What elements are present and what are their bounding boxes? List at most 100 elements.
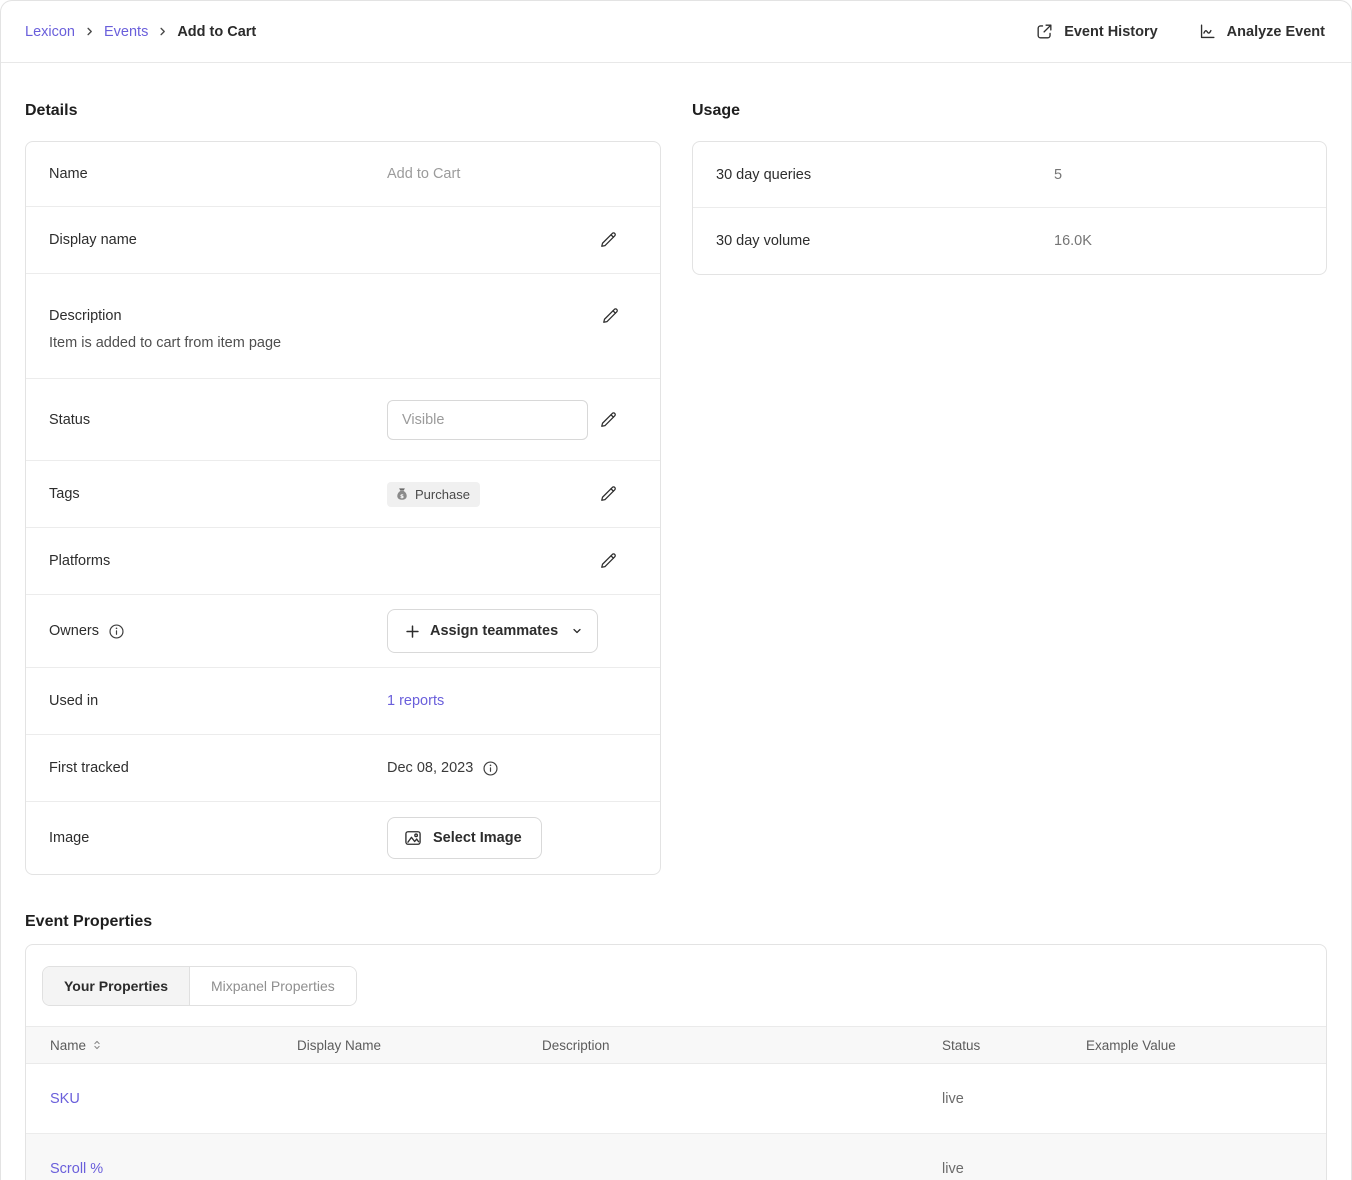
details-section: Details Name Add to Cart Display name: [25, 102, 661, 875]
detail-row-status: Status: [26, 379, 660, 461]
event-properties-section: Event Properties Your Properties Mixpane…: [25, 913, 1327, 1180]
pencil-icon: [598, 484, 618, 504]
property-link[interactable]: SKU: [50, 1091, 80, 1107]
breadcrumb-current: Add to Cart: [177, 24, 256, 40]
details-heading: Details: [25, 102, 661, 120]
status-input[interactable]: [387, 400, 588, 440]
pencil-icon: [598, 230, 618, 250]
status-label: Status: [49, 412, 387, 428]
platforms-label: Platforms: [49, 553, 387, 569]
table-row: SKU live: [26, 1064, 1326, 1134]
edit-description-button[interactable]: [598, 304, 622, 328]
line-chart-icon: [1198, 22, 1217, 41]
tab-mixpanel-properties[interactable]: Mixpanel Properties: [189, 967, 356, 1005]
sort-by-name-header[interactable]: Name: [50, 1038, 102, 1053]
status-column-header: Status: [942, 1027, 1086, 1064]
usage-row-queries: 30 day queries 5: [693, 142, 1326, 208]
usage-queries-label: 30 day queries: [716, 167, 1054, 183]
pencil-icon: [600, 306, 620, 326]
name-column-header: Name: [50, 1038, 86, 1053]
property-display-name: [297, 1064, 542, 1134]
pencil-icon: [598, 410, 618, 430]
property-description: [542, 1134, 942, 1180]
properties-table: Name Display Name Description Status Exa…: [26, 1026, 1326, 1180]
details-card: Name Add to Cart Display name De: [25, 141, 661, 875]
lexicon-event-detail-page: Lexicon Events Add to Cart Event History: [0, 0, 1352, 1180]
tag-badge-label: Purchase: [415, 487, 470, 502]
plus-icon: [405, 624, 420, 639]
money-bag-icon: $: [395, 487, 409, 501]
event-properties-card: Your Properties Mixpanel Properties Name: [25, 944, 1327, 1180]
assign-teammates-label: Assign teammates: [430, 623, 558, 639]
usage-volume-label: 30 day volume: [716, 233, 1054, 249]
breadcrumb-events[interactable]: Events: [104, 24, 148, 40]
image-icon: [403, 828, 423, 848]
used-in-label: Used in: [49, 693, 387, 709]
detail-row-first-tracked: First tracked Dec 08, 2023: [26, 735, 660, 802]
owners-label: Owners: [49, 623, 99, 639]
example-value-column-header: Example Value: [1086, 1027, 1326, 1064]
breadcrumb: Lexicon Events Add to Cart: [25, 24, 256, 40]
breadcrumb-lexicon[interactable]: Lexicon: [25, 24, 75, 40]
first-tracked-info-icon[interactable]: [482, 760, 499, 777]
edit-display-name-button[interactable]: [596, 228, 620, 252]
property-display-name: [297, 1134, 542, 1180]
external-link-icon: [1035, 22, 1054, 41]
sort-icon: [92, 1039, 102, 1051]
usage-heading: Usage: [692, 102, 1327, 120]
analyze-event-label: Analyze Event: [1227, 24, 1325, 40]
display-name-label: Display name: [49, 232, 387, 248]
name-label: Name: [49, 166, 387, 182]
table-header-row: Name Display Name Description Status Exa…: [26, 1027, 1326, 1064]
pencil-icon: [598, 551, 618, 571]
detail-row-description: Description Item is added to cart from i…: [26, 274, 660, 379]
main-content: Details Name Add to Cart Display name: [1, 63, 1351, 1180]
first-tracked-value: Dec 08, 2023: [387, 760, 473, 776]
usage-volume-value: 16.0K: [1054, 233, 1286, 249]
usage-row-volume: 30 day volume 16.0K: [693, 208, 1326, 274]
edit-platforms-button[interactable]: [596, 549, 620, 573]
event-history-button[interactable]: Event History: [1035, 22, 1157, 41]
description-value: Item is added to cart from item page: [49, 335, 620, 351]
select-image-button[interactable]: Select Image: [387, 817, 542, 859]
chevron-right-icon: [157, 26, 168, 37]
description-column-header: Description: [542, 1027, 942, 1064]
owners-info-icon[interactable]: [108, 623, 125, 640]
image-label: Image: [49, 830, 387, 846]
select-image-label: Select Image: [433, 830, 522, 846]
property-status: live: [942, 1134, 1086, 1180]
detail-row-platforms: Platforms: [26, 528, 660, 595]
usage-card: 30 day queries 5 30 day volume 16.0K: [692, 141, 1327, 275]
chevron-down-icon: [571, 625, 583, 637]
property-example-value: [1086, 1064, 1326, 1134]
first-tracked-label: First tracked: [49, 760, 387, 776]
description-label: Description: [49, 308, 387, 324]
usage-section: Usage 30 day queries 5 30 day volume 16.…: [692, 102, 1327, 275]
properties-tab-group: Your Properties Mixpanel Properties: [42, 966, 357, 1006]
detail-row-name: Name Add to Cart: [26, 142, 660, 207]
detail-row-image: Image Select Image: [26, 802, 660, 874]
edit-status-button[interactable]: [596, 408, 620, 432]
property-example-value: [1086, 1134, 1326, 1180]
event-history-label: Event History: [1064, 24, 1157, 40]
property-status: live: [942, 1064, 1086, 1134]
table-row: Scroll % live: [26, 1134, 1326, 1180]
usage-queries-value: 5: [1054, 167, 1286, 183]
display-name-column-header: Display Name: [297, 1027, 542, 1064]
assign-teammates-button[interactable]: Assign teammates: [387, 609, 598, 653]
event-properties-heading: Event Properties: [25, 913, 1327, 931]
property-link[interactable]: Scroll %: [50, 1161, 103, 1177]
tag-badge: $ Purchase: [387, 482, 480, 507]
detail-row-tags: Tags $ Purchase: [26, 461, 660, 528]
detail-row-display-name: Display name: [26, 207, 660, 274]
used-in-reports-link[interactable]: 1 reports: [387, 693, 444, 709]
edit-tags-button[interactable]: [596, 482, 620, 506]
detail-row-used-in: Used in 1 reports: [26, 668, 660, 735]
svg-text:$: $: [400, 494, 404, 500]
analyze-event-button[interactable]: Analyze Event: [1198, 22, 1325, 41]
tab-your-properties[interactable]: Your Properties: [43, 967, 189, 1005]
property-description: [542, 1064, 942, 1134]
detail-row-owners: Owners Assign teammates: [26, 595, 660, 668]
name-value: Add to Cart: [387, 166, 620, 182]
chevron-right-icon: [84, 26, 95, 37]
